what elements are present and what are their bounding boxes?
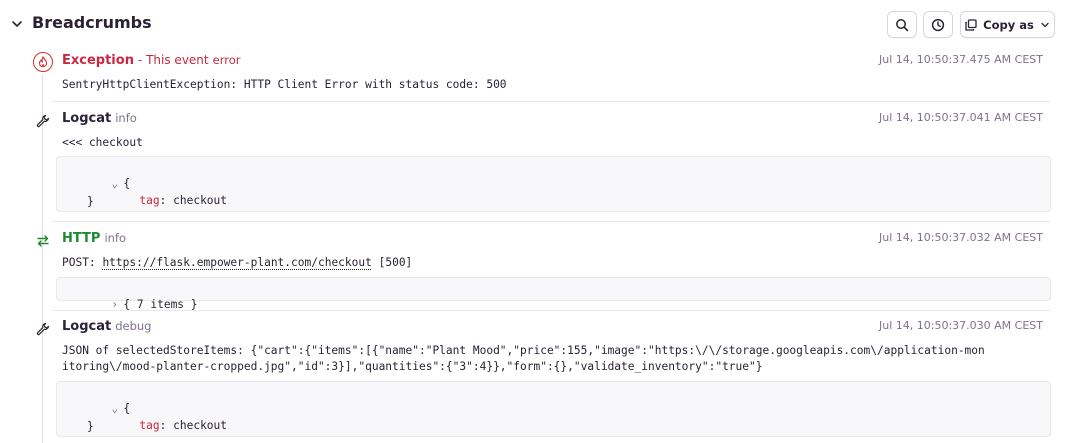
clock-icon	[931, 18, 945, 31]
copy-icon	[965, 18, 977, 31]
data-row: tag: checkout	[139, 194, 228, 207]
breadcrumb-type: Exception	[62, 53, 134, 68]
breadcrumbs-header: Breadcrumbs Copy as	[0, 0, 1069, 48]
http-method: POST:	[62, 256, 96, 269]
divider	[52, 310, 1050, 311]
breadcrumb-message: POST: https://flask.empower-plant.com/ch…	[62, 255, 412, 271]
time-format-button[interactable]	[923, 11, 953, 38]
data-key: tag	[139, 419, 160, 432]
breadcrumb-heading: HTTP info	[62, 231, 126, 246]
data-row: tag: checkout	[139, 419, 228, 432]
logcat-icon-wrapper	[33, 319, 53, 339]
this-event-label: - This event	[137, 53, 209, 67]
breadcrumb-timestamp: Jul 14, 10:50:37.475 AM CEST	[879, 53, 1043, 66]
logcat-icon-wrapper	[33, 111, 53, 131]
breadcrumb-timestamp: Jul 14, 10:50:37.041 AM CEST	[879, 111, 1043, 124]
breadcrumb-type: Logcat	[62, 319, 112, 334]
chevron-down-icon[interactable]	[10, 17, 24, 31]
divider	[52, 221, 1050, 222]
divider	[52, 101, 1050, 102]
http-status: [500]	[378, 256, 413, 269]
data-key: tag	[139, 194, 160, 207]
copy-as-label: Copy as	[983, 17, 1034, 32]
breadcrumb-level: info	[115, 111, 137, 125]
chevron-down-icon	[1041, 22, 1049, 27]
http-url-link[interactable]: https://flask.empower-plant.com/checkout	[102, 256, 371, 269]
breadcrumb-data: ⌄{ tag: checkout }	[56, 381, 1051, 437]
breadcrumb-level: error	[212, 53, 241, 67]
section-title: Breadcrumbs	[32, 13, 152, 32]
breadcrumb-message: SentryHttpClientException: HTTP Client E…	[62, 78, 507, 91]
data-value: checkout	[173, 419, 228, 432]
breadcrumb-data: ⌄{ tag: checkout }	[56, 156, 1051, 212]
arrows-swap-icon	[37, 235, 49, 247]
breadcrumb-data: ›{ 7 items }	[56, 277, 1051, 311]
breadcrumb-level: debug	[115, 319, 152, 333]
breadcrumb-level: info	[104, 231, 127, 245]
wrench-icon	[36, 114, 50, 128]
breadcrumb-timestamp: Jul 14, 10:50:37.030 AM CEST	[879, 319, 1043, 332]
breadcrumb-type: Logcat	[62, 111, 112, 126]
breadcrumb-message-line: itoring\/mood-planter-cropped.jpg","id":…	[62, 360, 763, 373]
breadcrumb-timestamp: Jul 14, 10:50:37.032 AM CEST	[879, 231, 1043, 244]
breadcrumb-heading: Exception - This event error	[62, 53, 240, 68]
data-value: checkout	[173, 194, 228, 207]
http-icon-wrapper	[33, 231, 53, 251]
wrench-icon	[36, 322, 50, 336]
copy-as-button[interactable]: Copy as	[960, 11, 1055, 38]
breadcrumb-heading: Logcat debug	[62, 319, 151, 334]
breadcrumb-type: HTTP	[62, 231, 101, 246]
fire-icon	[38, 56, 48, 68]
search-button[interactable]	[887, 11, 917, 38]
exception-icon-wrapper	[33, 52, 53, 72]
breadcrumb-heading: Logcat info	[62, 111, 137, 126]
search-icon	[896, 18, 909, 31]
breadcrumb-message: <<< checkout	[62, 136, 143, 149]
breadcrumb-message-line: JSON of selectedStoreItems: {"cart":{"it…	[62, 344, 985, 357]
